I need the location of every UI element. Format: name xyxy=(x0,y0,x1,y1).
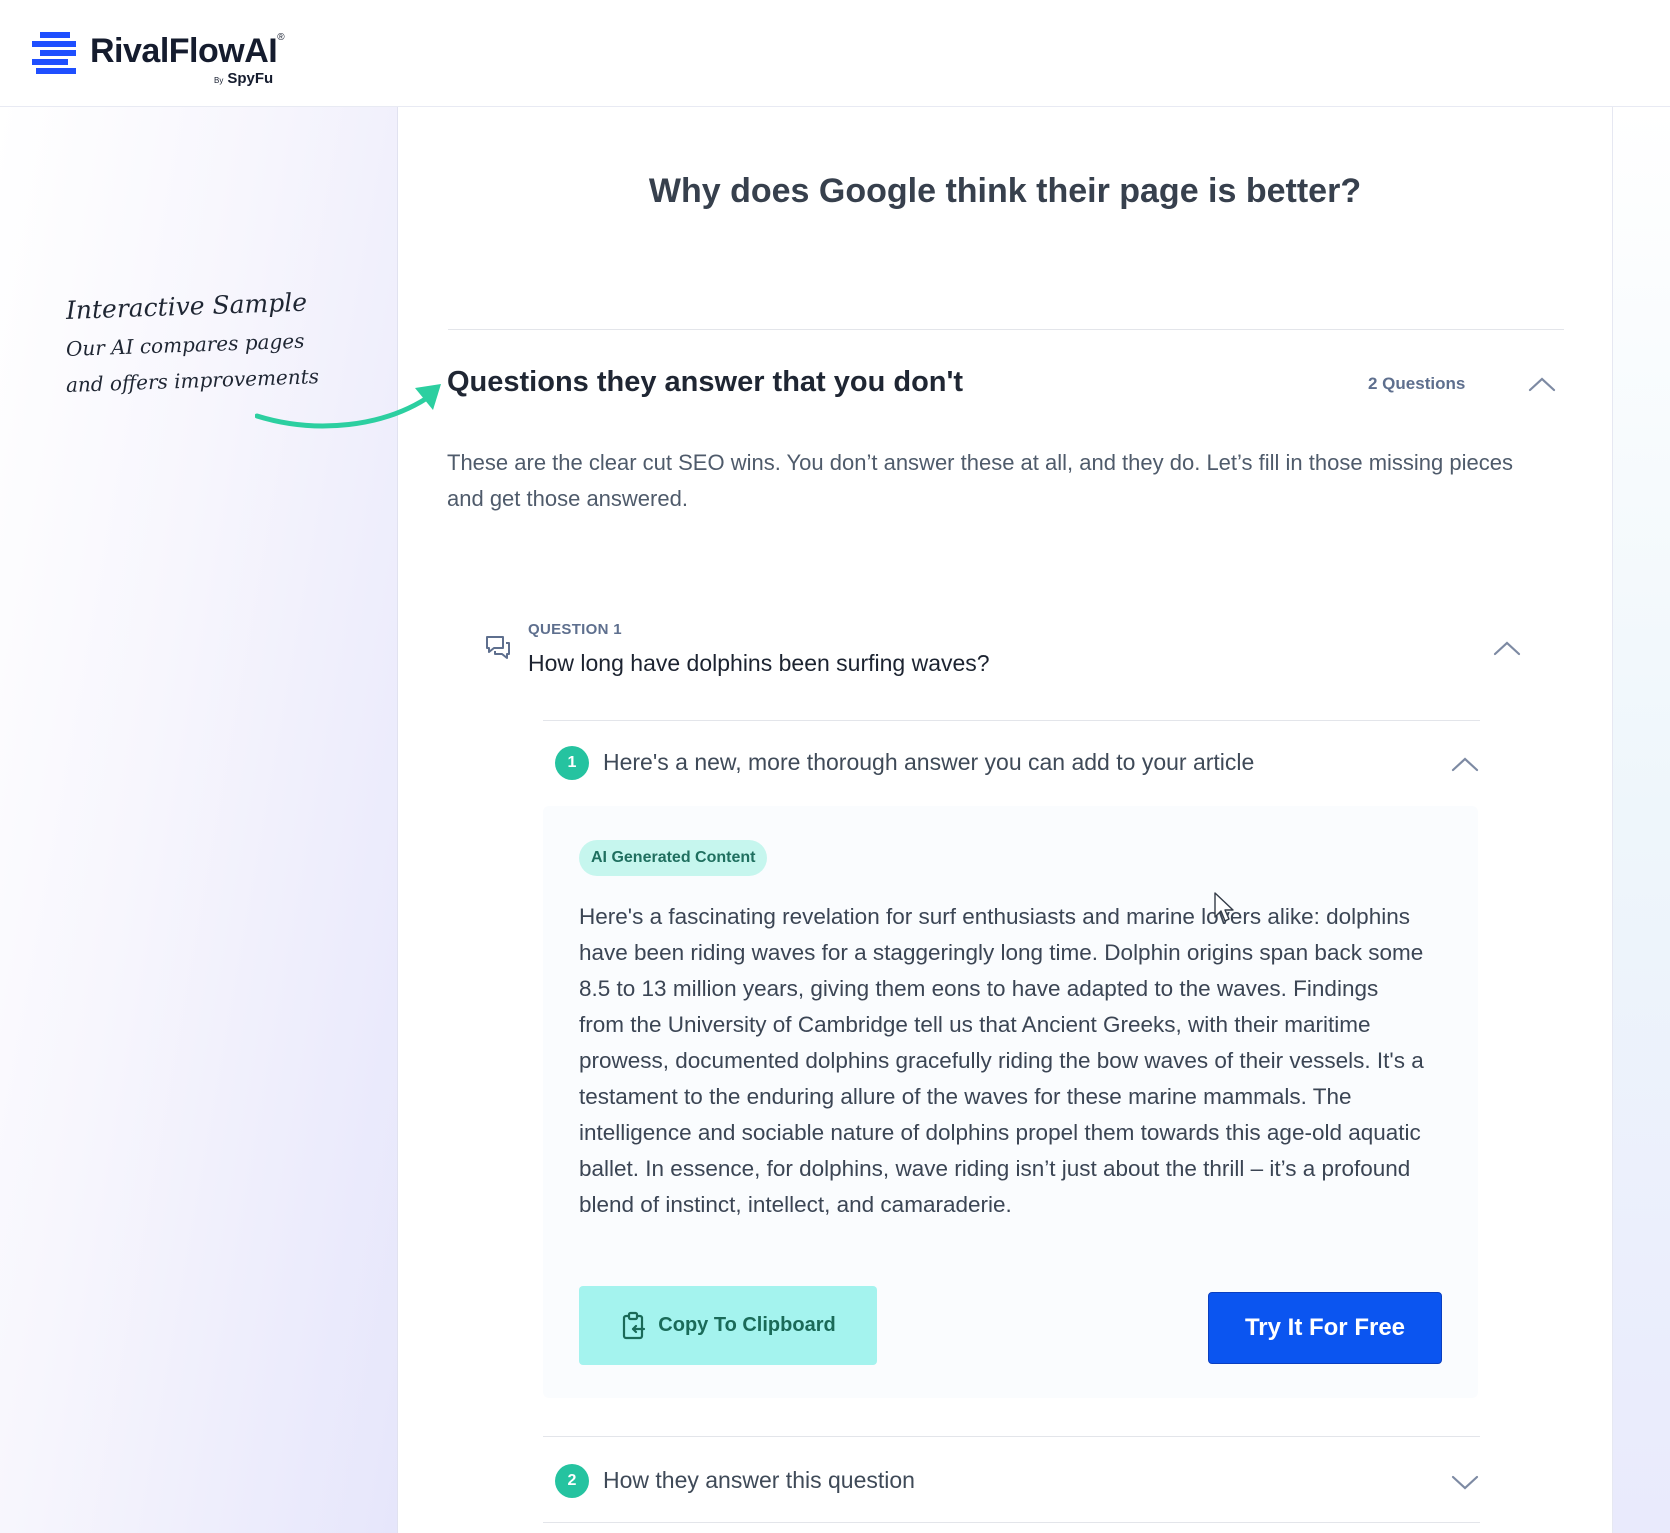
question-text[interactable]: How long have dolphins been surfing wave… xyxy=(528,650,990,677)
copy-to-clipboard-button[interactable]: Copy To Clipboard xyxy=(579,1286,877,1365)
ai-generated-badge: AI Generated Content xyxy=(579,840,768,876)
header: RivalFlowAI® By SpyFu xyxy=(0,0,1670,107)
divider xyxy=(543,720,1480,721)
try-it-for-free-button[interactable]: Try It For Free xyxy=(1208,1292,1442,1364)
section-title[interactable]: Questions they answer that you don't xyxy=(447,366,963,399)
right-decorative-panel xyxy=(1612,107,1670,1533)
step-1-label[interactable]: Here's a new, more thorough answer you c… xyxy=(603,749,1254,776)
question-collapse-chevron-up-icon[interactable] xyxy=(1493,640,1521,656)
question-label: QUESTION 1 xyxy=(528,621,622,638)
divider xyxy=(448,329,1564,330)
mouse-pointer-icon xyxy=(1214,892,1234,922)
clipboard-icon xyxy=(623,1311,646,1339)
brand-logo[interactable]: RivalFlowAI® By SpyFu xyxy=(32,30,332,90)
section-collapse-chevron-up-icon[interactable] xyxy=(1528,376,1556,392)
brand-by-line: By SpyFu xyxy=(214,70,274,87)
brand-name: RivalFlowAI® xyxy=(90,32,285,70)
step-number-badge: 1 xyxy=(555,746,589,780)
section-description: These are the clear cut SEO wins. You do… xyxy=(447,450,1513,511)
answer-body: Here's a fascinating revelation for surf… xyxy=(579,904,1424,1217)
annotation-arrow-icon xyxy=(255,384,441,429)
rivalflow-logo-icon xyxy=(32,32,76,74)
step-1-chevron-up-icon[interactable] xyxy=(1451,756,1479,772)
step-number-badge: 2 xyxy=(555,1464,589,1498)
step-2-chevron-down-icon[interactable] xyxy=(1451,1474,1479,1490)
divider xyxy=(543,1436,1480,1437)
section-question-count: 2 Questions xyxy=(1368,374,1466,393)
step-2-label[interactable]: How they answer this question xyxy=(603,1467,915,1494)
copy-button-label: Copy To Clipboard xyxy=(658,1314,836,1336)
divider xyxy=(543,1522,1480,1523)
chat-bubbles-icon xyxy=(486,636,510,659)
page-title: Why does Google think their page is bett… xyxy=(648,172,1362,210)
